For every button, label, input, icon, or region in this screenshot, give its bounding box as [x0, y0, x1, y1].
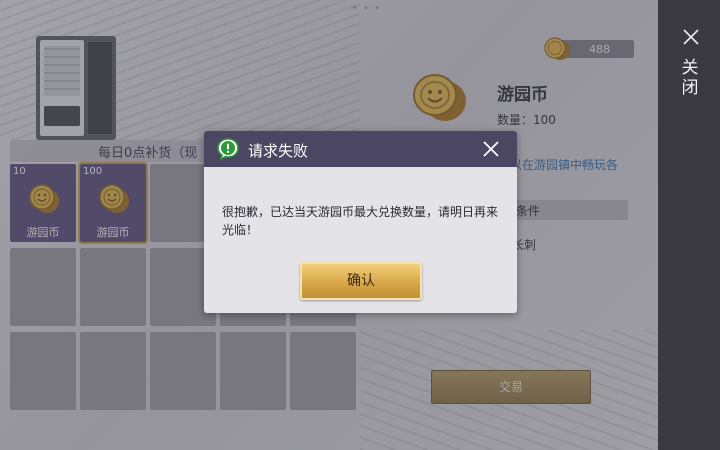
error-dialog: 请求失败 很抱歉，已达当天游园币最大兑换数量，请明日再来光临！ 确认 — [204, 131, 517, 313]
close-icon[interactable] — [481, 139, 501, 159]
alert-icon — [217, 138, 239, 161]
dialog-title: 请求失败 — [248, 142, 309, 160]
close-button[interactable]: 关闭 — [680, 58, 700, 98]
dialog-message: 很抱歉，已达当天游园币最大兑换数量，请明日再来光临！ — [222, 205, 499, 237]
confirm-button[interactable]: 确认 — [300, 262, 422, 300]
close-icon[interactable] — [682, 28, 700, 46]
